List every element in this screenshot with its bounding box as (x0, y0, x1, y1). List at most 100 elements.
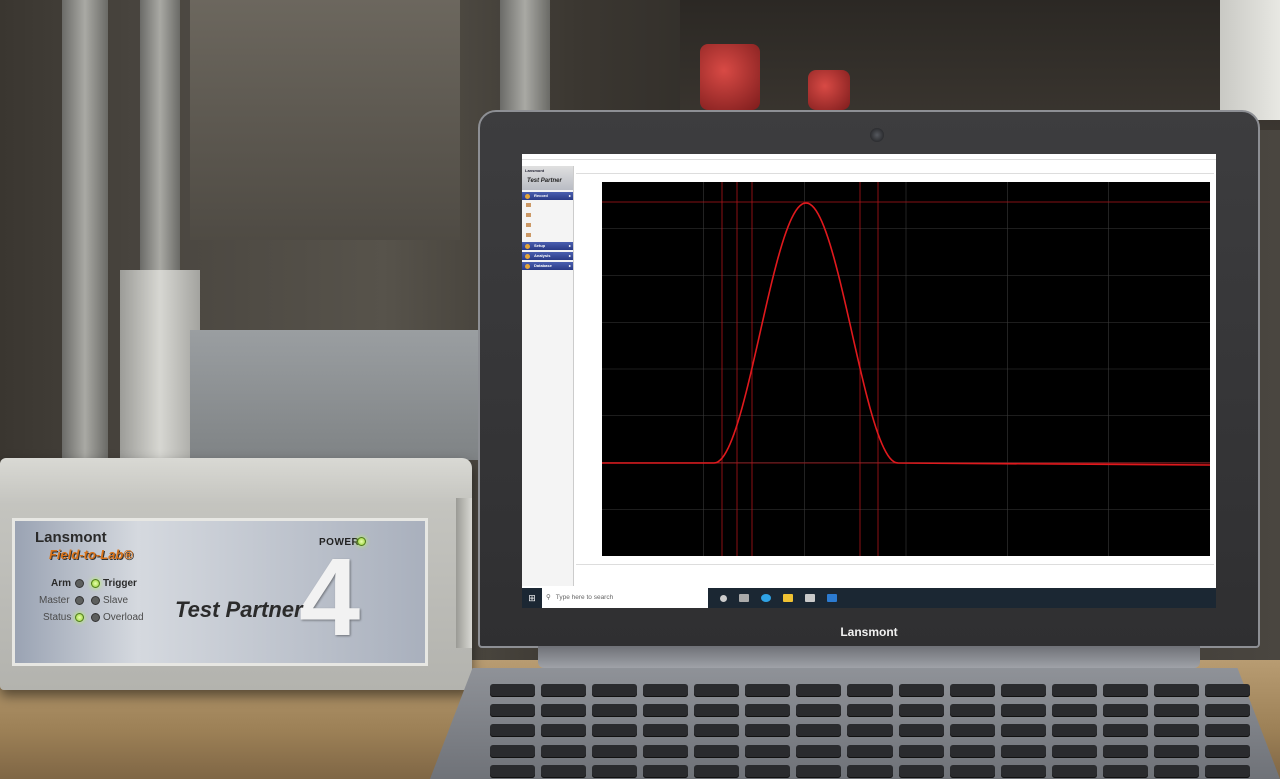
plot-toolbar[interactable] (576, 564, 1214, 576)
keyboard-key (541, 744, 587, 758)
keyboard-key (1204, 764, 1250, 778)
sidebar-section-setup[interactable]: Setup (522, 242, 573, 250)
device-connector-side (456, 498, 472, 648)
sidebar-item[interactable] (522, 220, 573, 230)
status-bar (576, 576, 1214, 586)
keyboard-key (898, 764, 944, 778)
task-view-icon[interactable] (739, 594, 749, 602)
laptop-brand-bar: Lansmont (480, 618, 1258, 646)
keyboard-key (643, 704, 689, 718)
keyboard-key (1000, 764, 1046, 778)
sidebar-item[interactable] (522, 200, 573, 210)
windows-start-icon[interactable]: ⊞ (522, 593, 542, 604)
keyboard-key (643, 764, 689, 778)
sidebar-section-analysis[interactable]: Analysis (522, 252, 573, 260)
keyboard-key (490, 724, 536, 738)
keyboard-key (1102, 704, 1148, 718)
keyboard-key (592, 764, 638, 778)
keyboard-key (694, 744, 740, 758)
app-sidebar: Lansmont Test Partner Record Setup Analy… (522, 166, 574, 586)
sidebar-item[interactable] (522, 210, 573, 220)
device-sub-brand: Field-to-Lab® (49, 547, 133, 562)
keyboard-key (1000, 704, 1046, 718)
laptop-hinge (538, 646, 1200, 668)
keyboard-key (1204, 684, 1250, 697)
keyboard-key (796, 764, 842, 778)
keyboard-key (541, 684, 587, 697)
keyboard-key (745, 724, 791, 738)
keyboard-key (949, 744, 995, 758)
keyboard-key (1102, 684, 1148, 697)
keyboard-key (898, 684, 944, 697)
status-led (75, 613, 84, 622)
keyboard-key (643, 724, 689, 738)
laptop-keyboard (490, 684, 1250, 779)
waveform-plot[interactable] (602, 182, 1211, 556)
keyboard-key (796, 724, 842, 738)
keyboard-key (490, 744, 536, 758)
keyboard-key (541, 724, 587, 738)
keyboard-key (643, 744, 689, 758)
device-front-panel: Lansmont Field-to-Lab® POWER 4 Test Part… (12, 518, 428, 666)
device-brand: Lansmont (35, 529, 107, 546)
keyboard-key (1051, 704, 1097, 718)
keyboard-key (745, 684, 791, 697)
keyboard-key (949, 704, 995, 718)
keyboard-key (592, 684, 638, 697)
keyboard-key (1051, 684, 1097, 697)
search-icon: ⚲ (546, 594, 551, 601)
plot-grid (602, 182, 1210, 556)
keyboard-key (847, 684, 893, 697)
keyboard-key (1204, 744, 1250, 758)
sidebar-brand: Lansmont (525, 168, 545, 173)
file-explorer-icon[interactable] (783, 594, 793, 602)
background-shelf (190, 0, 460, 240)
keyboard-key (1153, 684, 1199, 697)
test-partner-device: Lansmont Field-to-Lab® POWER 4 Test Part… (0, 458, 472, 690)
search-placeholder: Type here to search (555, 594, 614, 601)
keyboard-key (1204, 704, 1250, 718)
trigger-led (91, 579, 100, 588)
laptop-brand: Lansmont (840, 625, 898, 639)
keyboard-key (490, 704, 536, 718)
mail-icon[interactable] (827, 594, 837, 602)
sidebar-section-database[interactable]: Database (522, 262, 573, 270)
keyboard-key (1153, 744, 1199, 758)
status-label: Status (43, 612, 72, 623)
keyboard-key (1051, 724, 1097, 738)
device-title: Test Partner (175, 597, 303, 622)
cortana-icon[interactable] (720, 594, 727, 602)
sidebar-section-record[interactable]: Record (522, 192, 573, 200)
keyboard-key (694, 704, 740, 718)
edge-icon[interactable] (761, 594, 771, 602)
fire-extinguisher (808, 70, 850, 110)
keyboard-key (949, 684, 995, 697)
main-area (576, 166, 1214, 586)
keyboard-key (592, 744, 638, 758)
slave-label: Slave (103, 595, 129, 606)
arm-led (75, 579, 84, 588)
sidebar-item[interactable] (522, 230, 573, 240)
keyboard-key (847, 704, 893, 718)
tab-row[interactable] (576, 166, 1214, 174)
slave-led (91, 596, 100, 605)
taskbar-search[interactable]: ⚲ Type here to search (542, 588, 708, 608)
keyboard-key (847, 764, 893, 778)
keyboard-key (694, 684, 740, 697)
sidebar-product-name: Test Partner (527, 178, 562, 184)
background-cylinder (120, 270, 200, 460)
sidebar-logo: Lansmont Test Partner (522, 166, 573, 190)
arm-label: Arm (51, 578, 72, 589)
keyboard-key (1102, 744, 1148, 758)
keyboard-key (745, 744, 791, 758)
keyboard-key (949, 724, 995, 738)
master-led (75, 596, 84, 605)
keyboard-key (1204, 724, 1250, 738)
master-label: Master (39, 595, 70, 606)
keyboard-key (1000, 744, 1046, 758)
store-icon[interactable] (805, 594, 815, 602)
keyboard-key (796, 684, 842, 697)
keyboard-key (847, 744, 893, 758)
keyboard-key (745, 764, 791, 778)
keyboard-key (694, 724, 740, 738)
